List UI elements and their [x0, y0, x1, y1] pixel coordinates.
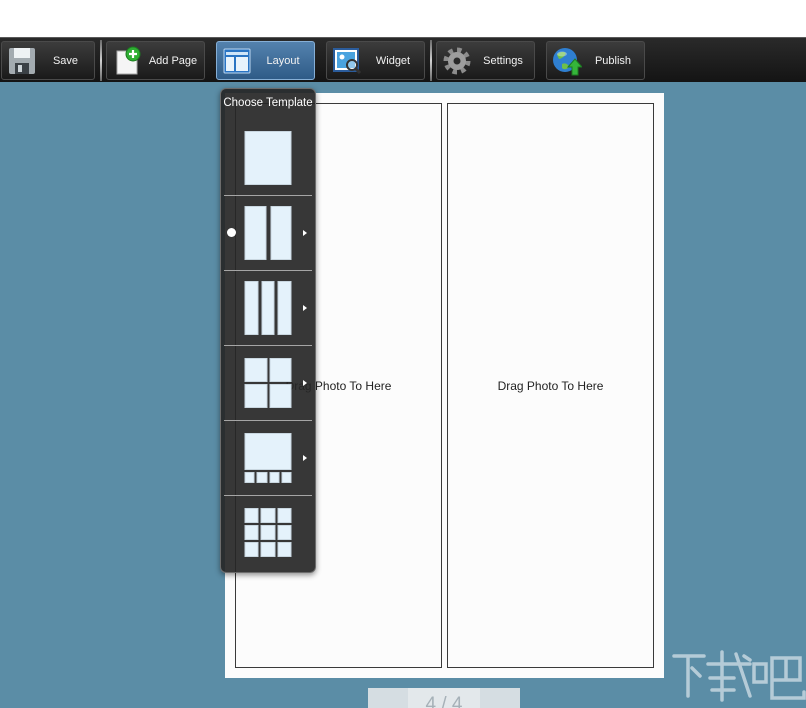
thumbnail-cell: [245, 433, 292, 470]
save-label: Save: [37, 55, 94, 67]
choose-template-menu: Choose Template: [220, 88, 316, 573]
prev-page-button[interactable]: [368, 688, 408, 708]
layout-button[interactable]: Layout: [216, 41, 315, 80]
submenu-arrow-icon[interactable]: [303, 305, 307, 311]
selected-indicator: [227, 228, 236, 237]
layout-label: Layout: [252, 55, 314, 67]
thumbnail-cell: [261, 542, 275, 557]
thumbnail-cell: [270, 206, 292, 260]
layout-grid-3x3-icon: [245, 508, 292, 558]
template-option-single[interactable]: [221, 120, 315, 195]
thumbnail-cell: [269, 358, 292, 382]
globe-publish-icon: [552, 46, 582, 76]
layout-grid-2x2-icon: [245, 358, 292, 408]
thumbnail-cell: [245, 542, 259, 557]
template-option-one-plus-four[interactable]: [221, 420, 315, 495]
publish-label: Publish: [582, 55, 644, 67]
thumbnail-cell: [277, 508, 291, 523]
layout-three-columns-icon: [245, 281, 292, 335]
template-option-grid-3x3[interactable]: [221, 495, 315, 570]
pagination-bar: 4 / 4: [368, 688, 520, 708]
widget-button[interactable]: Widget: [326, 41, 425, 80]
thumbnail-cell: [245, 281, 259, 335]
template-option-three-columns[interactable]: [221, 270, 315, 345]
thumbnail-cell: [245, 131, 292, 185]
layout-two-columns-icon: [245, 206, 292, 260]
settings-label: Settings: [472, 55, 534, 67]
gear-icon: [442, 46, 472, 76]
thumbnail-cell: [245, 384, 268, 408]
template-option-two-columns[interactable]: [221, 195, 315, 270]
save-button[interactable]: Save: [1, 41, 95, 80]
layout-single-icon: [245, 131, 292, 185]
watermark-logo: [670, 650, 806, 708]
add-page-icon: [112, 46, 142, 76]
submenu-arrow-icon[interactable]: [303, 230, 307, 236]
widget-label: Widget: [362, 55, 424, 67]
toolbar-separator: [100, 40, 102, 81]
next-page-button[interactable]: [480, 688, 520, 708]
floppy-disk-icon: [7, 46, 37, 76]
page-indicator-label: 4 / 4: [408, 695, 480, 708]
thumbnail-cell: [245, 206, 267, 260]
main-toolbar: Save Add Page Layout Widget: [0, 37, 806, 82]
widget-icon: [332, 46, 362, 76]
photo-slot-placeholder: Drag Photo To Here: [498, 379, 604, 393]
publish-button[interactable]: Publish: [546, 41, 645, 80]
thumbnail-cell: [245, 525, 259, 540]
add-page-label: Add Page: [142, 55, 204, 67]
thumbnail-cell: [245, 358, 268, 382]
layout-icon: [222, 46, 252, 76]
thumbnail-cell: [245, 472, 255, 483]
template-options-list: [221, 120, 315, 570]
menu-title: Choose Template: [221, 97, 315, 109]
page-indicator: 4 / 4: [408, 688, 480, 708]
thumbnail-cell: [261, 281, 275, 335]
thumbnail-cell: [281, 472, 291, 483]
add-page-button[interactable]: Add Page: [106, 41, 205, 80]
template-option-grid-2x2[interactable]: [221, 345, 315, 420]
top-blank-area: [0, 0, 806, 37]
submenu-arrow-icon[interactable]: [303, 455, 307, 461]
thumbnail-cell: [257, 472, 267, 483]
layout-one-plus-four-icon: [245, 433, 292, 483]
settings-button[interactable]: Settings: [436, 41, 535, 80]
thumbnail-cell: [277, 542, 291, 557]
thumbnail-cell: [269, 472, 279, 483]
thumbnail-cell: [277, 525, 291, 540]
submenu-arrow-icon[interactable]: [303, 380, 307, 386]
thumbnail-cell: [245, 508, 259, 523]
thumbnail-cell: [261, 508, 275, 523]
thumbnail-cell: [269, 384, 292, 408]
thumbnail-cell: [278, 281, 292, 335]
thumbnail-cell: [261, 525, 275, 540]
toolbar-separator: [430, 40, 432, 81]
photo-slot-right[interactable]: Drag Photo To Here: [447, 103, 654, 668]
